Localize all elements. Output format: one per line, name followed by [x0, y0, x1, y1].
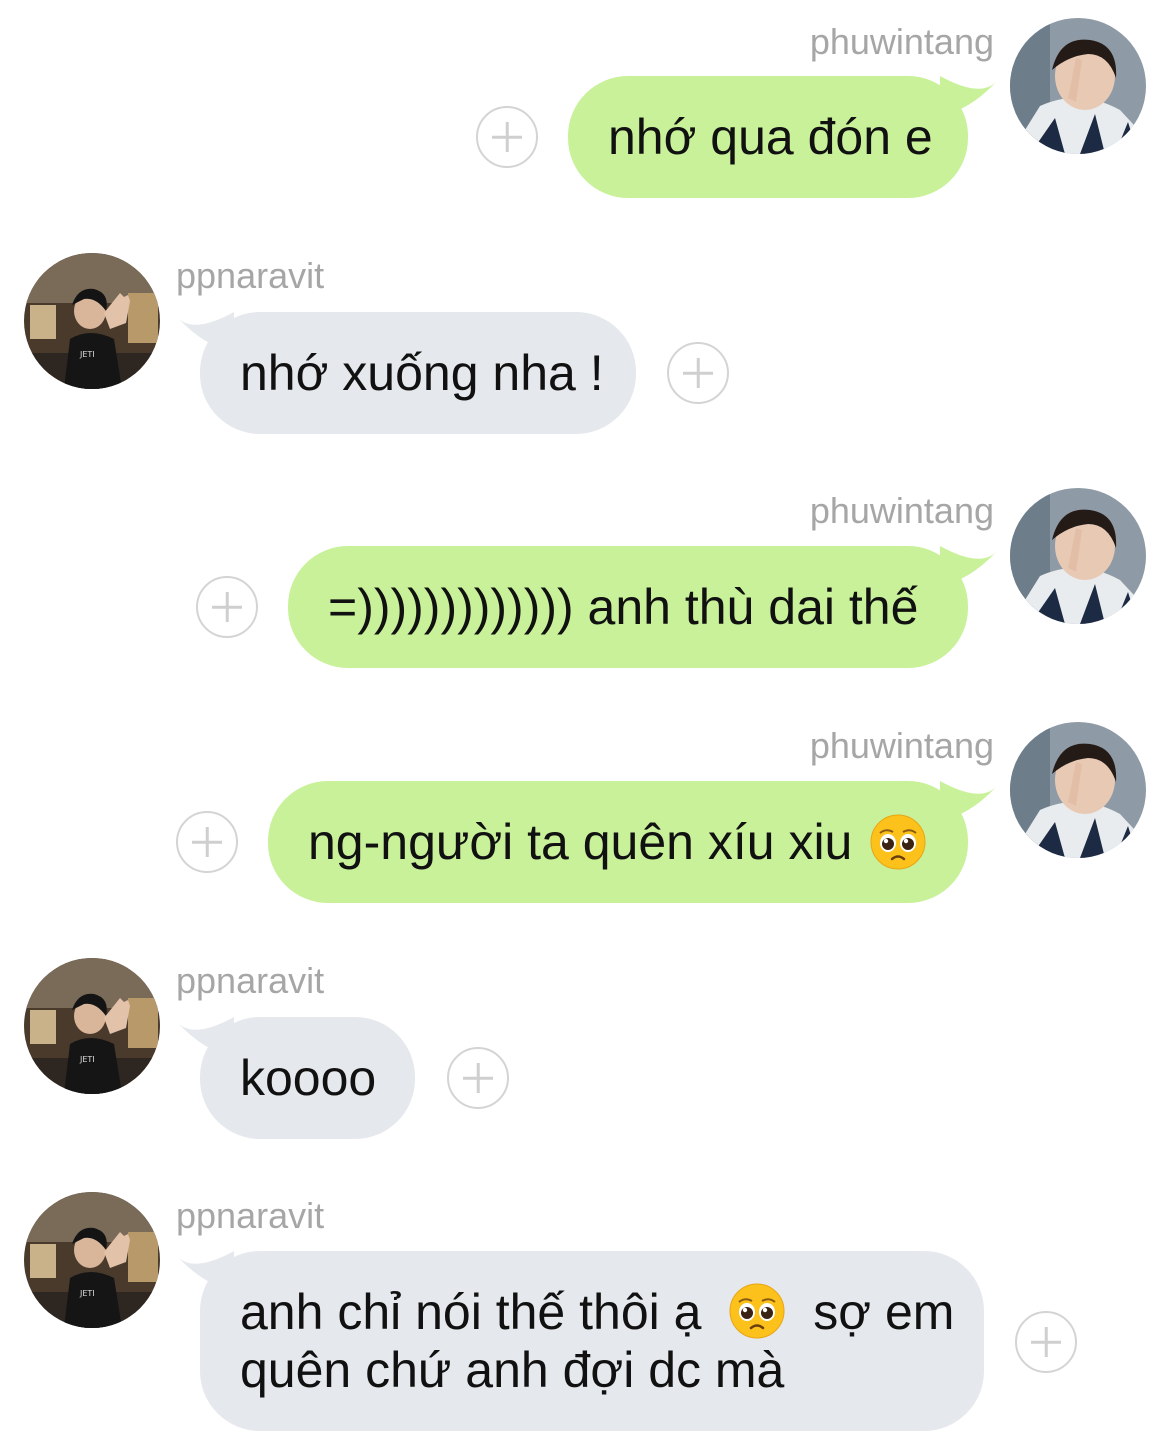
username-label: ppnaravit: [176, 255, 325, 296]
receiver-avatar-photo: JETI: [24, 958, 160, 1094]
message-text: nhớ xuống nha !: [240, 345, 604, 401]
message-line: quên chứ anh đợi dc mà: [240, 1342, 785, 1398]
bubble-tail: [940, 546, 996, 586]
message-text: nhớ qua đón e: [608, 109, 933, 165]
message-text-part: sợ em: [813, 1284, 955, 1340]
avatar[interactable]: JETI: [24, 958, 160, 1094]
add-reaction-button[interactable]: [476, 106, 538, 168]
message-line: anh chỉ nói thế thôi ạ sợ em: [240, 1283, 954, 1341]
avatar[interactable]: [1010, 722, 1146, 858]
username-label: ppnaravit: [176, 960, 325, 1001]
message-text-part: anh chỉ nói thế thôi ạ: [240, 1284, 702, 1340]
sender-avatar-photo: [1010, 722, 1146, 858]
avatar[interactable]: JETI: [24, 253, 160, 389]
add-reaction-button[interactable]: [667, 342, 729, 404]
svg-text:JETI: JETI: [79, 1055, 95, 1064]
add-reaction-button[interactable]: [1015, 1311, 1077, 1373]
message-bubble-sent[interactable]: =))))))))))))) anh thù dai thế: [288, 546, 968, 668]
message-text: =))))))))))))) anh thù dai thế: [328, 579, 919, 635]
username-label: ppnaravit: [176, 1195, 325, 1236]
sender-avatar-photo: [1010, 18, 1146, 154]
avatar[interactable]: [1010, 488, 1146, 624]
bubble-tail: [940, 76, 996, 116]
add-reaction-button[interactable]: [447, 1047, 509, 1109]
svg-text:JETI: JETI: [79, 1289, 95, 1298]
receiver-avatar-photo: JETI: [24, 253, 160, 389]
receiver-avatar-photo: JETI: [24, 1192, 160, 1328]
message-bubble-received[interactable]: koooo: [200, 1017, 415, 1139]
username-label: phuwintang: [809, 21, 994, 62]
message-bubble-sent[interactable]: ng-người ta quên xíu xiu: [268, 781, 968, 903]
add-reaction-button[interactable]: [196, 576, 258, 638]
chat-thread: phuwintang nhớ qua đón e JETI ppnaravit …: [0, 0, 1170, 1448]
message-bubble-received[interactable]: nhớ xuống nha !: [200, 312, 636, 434]
pleading-face-emoji: [870, 814, 926, 870]
pleading-face-emoji: [729, 1283, 785, 1339]
message-bubble-received[interactable]: anh chỉ nói thế thôi ạ sợ em quên chứ an: [200, 1251, 984, 1431]
username-label: phuwintang: [809, 725, 994, 766]
message-text: anh chỉ nói thế thôi ạ sợ em quên chứ an: [240, 1283, 954, 1399]
message-bubble-sent[interactable]: nhớ qua đón e: [568, 76, 968, 198]
bubble-tail: [940, 781, 996, 821]
sender-avatar-photo: [1010, 488, 1146, 624]
avatar[interactable]: [1010, 18, 1146, 154]
svg-text:JETI: JETI: [79, 350, 95, 359]
username-label: phuwintang: [809, 490, 994, 531]
add-reaction-button[interactable]: [176, 811, 238, 873]
message-text: koooo: [240, 1050, 377, 1106]
message-text: ng-người ta quên xíu xiu: [308, 814, 853, 870]
avatar[interactable]: JETI: [24, 1192, 160, 1328]
